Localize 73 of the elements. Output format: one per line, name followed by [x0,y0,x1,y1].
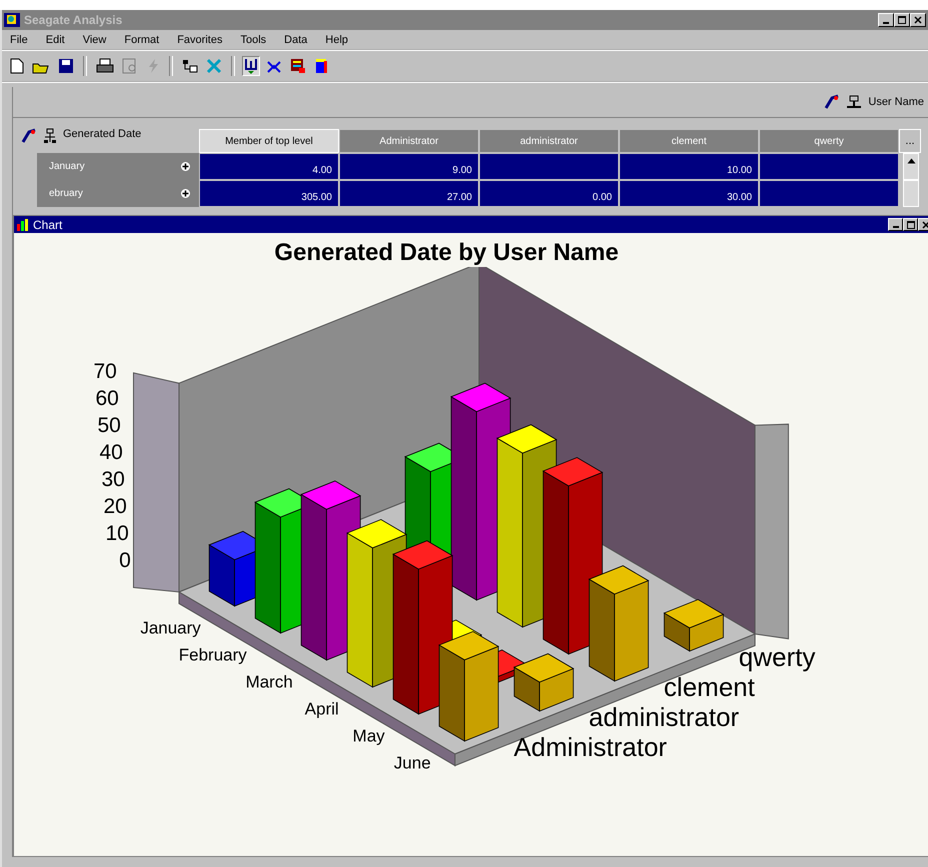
hierarchy-icon [43,128,57,144]
minimize-icon [892,226,898,228]
maximize-button[interactable] [903,218,918,231]
row-header[interactable]: January [37,153,199,180]
month-axis-label: June [394,754,431,773]
y-axis-tick-label: 40 [99,441,123,464]
menu-item[interactable]: View [82,34,106,46]
app-icon [4,13,20,27]
y-axis-tick-label: 50 [97,414,121,438]
chart-title: Generated Date by User Name [273,238,620,267]
row-dimension-label[interactable]: Generated Date [63,128,142,140]
menu-item[interactable]: Format [124,34,160,46]
scrollbar[interactable] [903,180,919,207]
network-icon [846,95,862,109]
chart-view-icon[interactable] [242,56,260,76]
row-header[interactable]: ebruary [37,180,199,207]
table-cell: 27.00 [339,180,479,207]
minimize-button[interactable] [878,13,894,27]
maximize-button[interactable] [894,13,910,27]
bar [663,599,724,652]
y-axis-tick-label: 30 [101,468,125,492]
table-cell: 4.00 [199,153,339,180]
table-cell: 9.00 [339,153,479,180]
table-cell: 305.00 [199,180,339,207]
maximize-icon [906,220,914,228]
expand-icon[interactable] [180,161,191,172]
table-cell: 0.00 [479,180,619,207]
menu-item[interactable]: File [10,34,28,46]
expand-icon[interactable] [180,188,191,199]
y-axis-tick-label: 10 [105,522,129,546]
scrollbar[interactable] [903,153,919,180]
month-axis-label: March [246,672,293,692]
table-cell: 10.00 [619,153,759,180]
save-icon[interactable] [56,56,76,76]
menu-item[interactable]: Edit [46,34,65,46]
close-button[interactable] [910,13,926,27]
minimize-button[interactable] [888,218,903,231]
month-axis-label: February [178,646,247,665]
column-dimension-label[interactable]: User Name [868,96,924,108]
column-header[interactable]: administrator [479,129,619,153]
column-header[interactable]: clement [619,129,759,153]
y-axis-tick-label: 70 [93,360,117,384]
window-title: Seagate Analysis [24,13,122,27]
maximize-icon [898,16,906,24]
row-label: January [49,161,85,172]
month-axis-label: April [304,700,339,719]
row-label: ebruary [49,188,83,199]
new-document-icon[interactable] [8,56,26,76]
user-axis-label: administrator [588,702,740,732]
y-axis-tick-label: 0 [119,549,131,572]
menu-item[interactable]: Data [284,34,308,46]
menu-item[interactable]: Help [325,34,348,46]
month-axis-label: May [352,726,385,746]
user-axis-label: Administrator [514,732,667,762]
column-header[interactable]: qwerty [759,129,899,153]
user-axis-label: qwerty [738,642,816,672]
user-axis-label: clement [664,672,755,702]
report-icon[interactable] [288,56,308,76]
minimize-icon [883,22,889,24]
month-axis-label: January [140,618,201,638]
more-columns-button[interactable]: ... [899,129,921,153]
menu-item[interactable]: Tools [240,34,266,46]
chart-window-title: Chart [33,218,62,232]
table-cell: 30.00 [619,180,759,207]
y-axis-tick-label: 60 [95,387,119,410]
column-header[interactable]: Member of top level [199,129,339,153]
scroll-up-icon[interactable] [906,158,916,164]
close-icon [922,220,928,228]
y-axis-tick-label: 20 [103,495,127,518]
chart-icon [16,218,30,230]
column-header[interactable]: Administrator [339,129,479,153]
menu-item[interactable]: Favorites [177,34,222,46]
close-icon [914,16,922,24]
